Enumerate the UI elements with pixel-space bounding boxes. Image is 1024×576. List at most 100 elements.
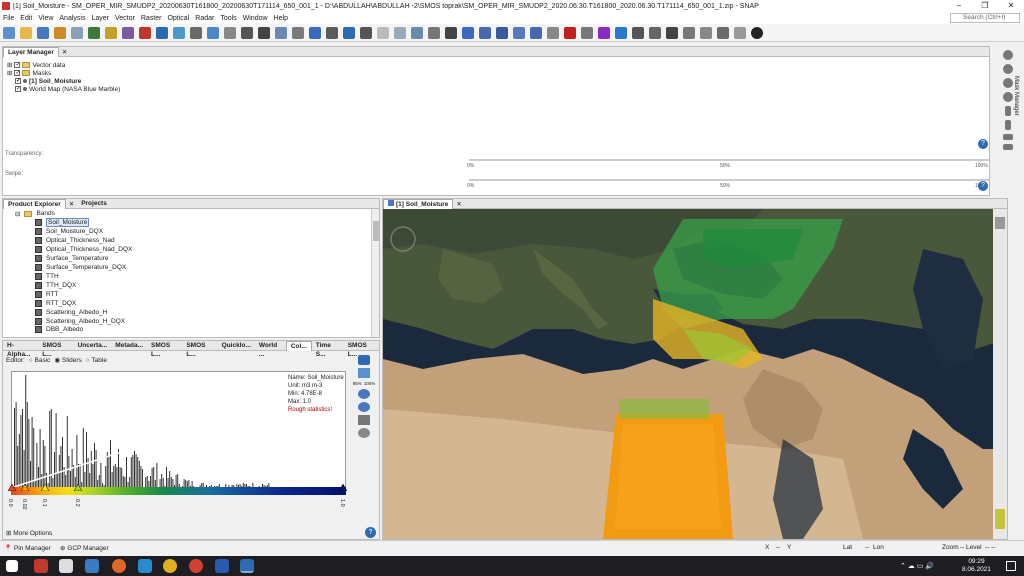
band-item[interactable]: TTH_DQX <box>35 281 76 290</box>
tab-time-series[interactable]: Time S... <box>312 341 344 358</box>
close-icon[interactable]: ✕ <box>456 200 461 208</box>
expand-icon[interactable]: ⊞ <box>7 61 12 69</box>
band-item[interactable]: Scattering_Albedo_H <box>35 308 107 317</box>
transparency-slider[interactable] <box>469 159 989 161</box>
tab-layer-manager[interactable]: Layer Manager <box>3 46 59 57</box>
radio-basic[interactable]: ○ Basic <box>29 357 51 364</box>
color-gradient-bar[interactable] <box>11 487 346 495</box>
band-maths-icon[interactable] <box>88 26 100 39</box>
menu-edit[interactable]: Edit <box>20 15 32 22</box>
swipe-slider[interactable] <box>469 179 989 181</box>
scatter-icon[interactable] <box>173 26 185 39</box>
pin-icon[interactable] <box>309 26 321 39</box>
help-icon[interactable]: ? <box>365 527 376 538</box>
radio-sliders[interactable]: ◉ Sliders <box>54 356 81 364</box>
layer-editor-icon[interactable] <box>1002 92 1013 102</box>
new-icon[interactable] <box>3 26 15 39</box>
reset-icon[interactable] <box>358 355 370 365</box>
slider-2[interactable] <box>40 483 50 493</box>
open-icon[interactable] <box>20 26 32 39</box>
layer-item-soil-moisture[interactable]: ✓ [1] Soil_Moisture <box>15 77 81 85</box>
menu-view[interactable]: View <box>38 15 53 22</box>
polyline-icon[interactable] <box>462 26 474 39</box>
menu-layer[interactable]: Layer <box>91 15 109 22</box>
world-icon[interactable] <box>343 26 355 39</box>
tab-smos-1[interactable]: SMOS L... <box>38 341 73 358</box>
menu-raster[interactable]: Raster <box>141 15 162 22</box>
save-icon[interactable] <box>37 26 49 39</box>
move-down-icon[interactable] <box>1004 120 1011 130</box>
slider-0[interactable] <box>7 483 17 493</box>
graph-icon[interactable] <box>105 26 117 39</box>
minimize-button[interactable]: – <box>946 0 972 12</box>
band-item[interactable]: TTH <box>35 272 59 281</box>
info-icon[interactable] <box>207 26 219 39</box>
tab-metadata[interactable]: Metada... <box>111 341 147 351</box>
remove-layer-icon[interactable] <box>1002 64 1013 74</box>
vertical-scrollbar[interactable] <box>371 209 379 337</box>
close-button[interactable]: ✕ <box>998 0 1024 12</box>
spectrum-icon[interactable] <box>224 26 236 39</box>
histogram-icon[interactable] <box>156 26 168 39</box>
polygon-icon[interactable] <box>496 26 508 39</box>
menu-file[interactable]: File <box>3 15 14 22</box>
tab-product-explorer[interactable]: Product Explorer <box>3 198 66 209</box>
zoom-icon[interactable] <box>411 26 423 39</box>
gcp-manager-tab[interactable]: ⊕ GCP Manager <box>60 544 109 552</box>
layer-icon[interactable] <box>292 26 304 39</box>
band-item[interactable]: Soil_Moisture_DQX <box>35 227 103 236</box>
tab-image-view[interactable]: [1] Soil_Moisture <box>383 198 454 209</box>
range-95-label[interactable]: 95% <box>353 381 362 386</box>
radar-icon[interactable] <box>581 26 593 39</box>
grid-icon[interactable] <box>700 26 712 39</box>
layer-item-world-map[interactable]: ✓ World Map (NASA Blue Marble) <box>15 85 120 93</box>
app-icon-2[interactable] <box>59 559 73 573</box>
search-input[interactable]: Search (Ctrl+I) <box>950 13 1020 23</box>
range-100-label[interactable]: 100% <box>364 381 376 386</box>
tab-smos-2[interactable]: SMOS L... <box>147 341 182 358</box>
move-right-icon[interactable] <box>1002 144 1013 150</box>
target-icon[interactable] <box>632 26 644 39</box>
help-icon[interactable]: ? <box>978 181 988 191</box>
slider-4[interactable] <box>338 483 348 493</box>
dem-icon[interactable] <box>683 26 695 39</box>
tool-icon[interactable] <box>615 26 627 39</box>
sentinel-icon[interactable] <box>564 26 576 39</box>
move-up-icon[interactable] <box>1004 106 1011 116</box>
tab-mask-manager[interactable]: Mask Manager <box>1013 76 1019 116</box>
scrollbar-thumb[interactable] <box>373 221 379 241</box>
move-left-icon[interactable] <box>1002 134 1013 140</box>
layer-checkbox[interactable]: ✓ <box>14 70 20 76</box>
help-icon[interactable]: ? <box>978 139 988 149</box>
expand-icon[interactable]: ⊞ <box>7 69 12 77</box>
sync-icon[interactable] <box>360 26 372 39</box>
tab-world-view[interactable]: World ... <box>255 341 286 358</box>
chrome-icon[interactable] <box>163 559 177 573</box>
window-split-icon[interactable] <box>734 26 746 39</box>
redo-icon[interactable] <box>71 26 83 39</box>
start-icon[interactable] <box>6 560 18 572</box>
sum-icon[interactable] <box>258 26 270 39</box>
line-icon[interactable] <box>445 26 457 39</box>
word-icon[interactable] <box>215 559 229 573</box>
band-item[interactable]: RTT_DQX <box>35 299 76 308</box>
firefox-icon[interactable] <box>112 559 126 573</box>
more-settings-icon[interactable] <box>358 428 370 438</box>
map-canvas[interactable] <box>383 209 1007 539</box>
snap-icon[interactable] <box>240 559 254 573</box>
layer-props-icon[interactable] <box>1002 78 1013 88</box>
statistics-icon[interactable] <box>241 26 253 39</box>
histogram-chart[interactable]: Name: Soil_Moisture Unit: m3 m-3 Min: 4.… <box>11 371 346 491</box>
pin-manager-tab[interactable]: 📍 Pin Manager <box>4 544 51 552</box>
tab-h-alpha[interactable]: H-Alpha... <box>3 341 38 358</box>
tab-uncertainty[interactable]: Uncerta... <box>74 341 112 351</box>
rectangle-icon[interactable] <box>479 26 491 39</box>
menu-help[interactable]: Help <box>274 15 288 22</box>
gcp-icon[interactable] <box>326 26 338 39</box>
band-item[interactable]: Surface_Temperature_DQX <box>35 263 126 272</box>
app-icon-3[interactable] <box>85 559 99 573</box>
add-layer-icon[interactable] <box>1002 50 1013 60</box>
tab-quicklook[interactable]: Quicklo... <box>218 341 255 351</box>
menu-window[interactable]: Window <box>243 15 268 22</box>
slider-1[interactable] <box>20 483 30 493</box>
